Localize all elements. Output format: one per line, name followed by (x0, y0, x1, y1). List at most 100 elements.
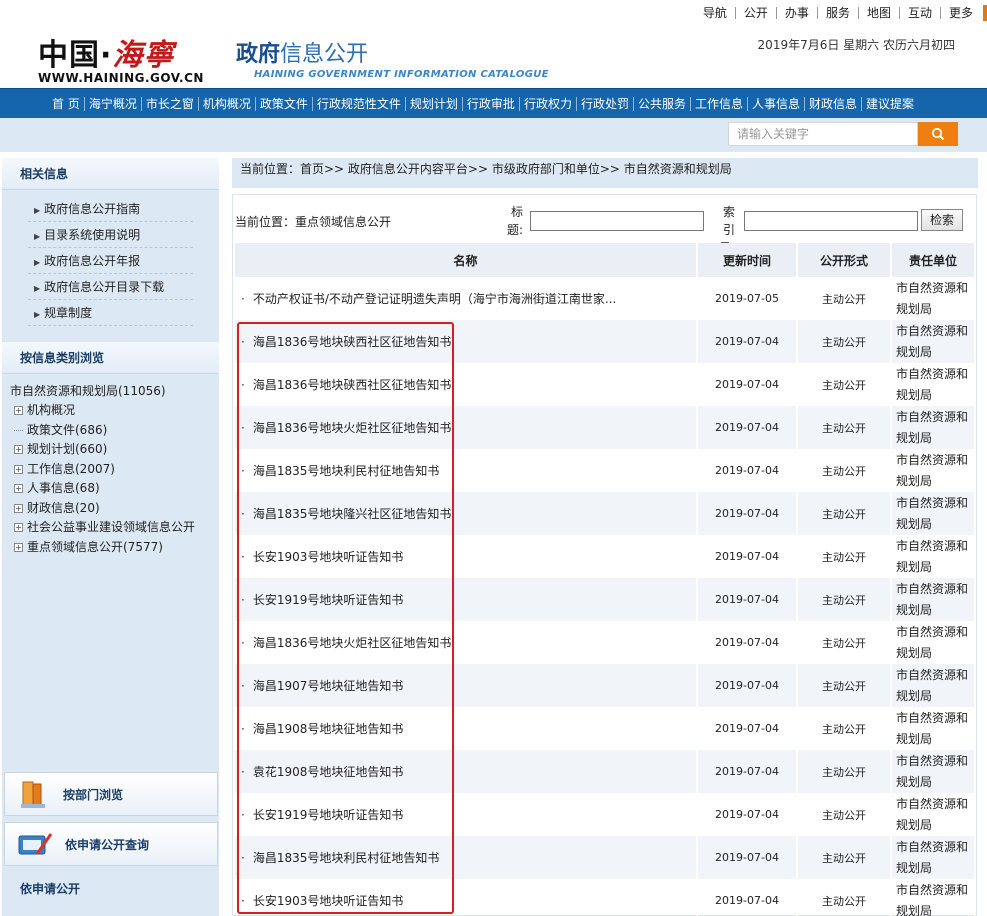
row-form: 主动公开 (797, 664, 892, 707)
row-name[interactable]: · 海昌1835号地块利民村征地告知书 (235, 449, 698, 492)
expand-icon[interactable]: + (14, 464, 23, 474)
row-name-text[interactable]: 海昌1835号地块隆兴社区征地告知书 (253, 507, 452, 521)
tree-item-label: 财政信息(20) (27, 500, 100, 515)
row-form: 主动公开 (797, 836, 892, 879)
apply-query-button[interactable]: 依申请公开查询 (4, 822, 218, 866)
row-name[interactable]: · 长安1919号地块听证告知书 (235, 578, 698, 621)
index-input[interactable] (744, 211, 918, 231)
sidebar-link[interactable]: ▶ 政府信息公开指南 (28, 196, 193, 222)
site-logo[interactable]: 中国·海寧 (38, 30, 174, 74)
row-name-text[interactable]: 海昌1836号地块硖西社区征地告知书 (253, 378, 452, 392)
row-name[interactable]: · 海昌1836号地块火炬社区征地告知书 (235, 621, 698, 664)
nav-item[interactable]: 政策文件 (256, 96, 313, 111)
table-row[interactable]: · 海昌1908号地块征地告知书 2019-07-04 主动公开 市自然资源和规划局 (235, 707, 976, 750)
table-row[interactable]: · 不动产权证书/不动产登记证明遗失声明（海宁市海洲街道江南世家... 2019-0… (235, 277, 976, 320)
expand-icon[interactable]: + (14, 503, 23, 513)
tree-item[interactable]: + 重点领域信息公开(7577) (10, 538, 219, 558)
row-unit: 市自然资源和规划局 (891, 535, 976, 578)
expand-icon[interactable]: + (14, 406, 23, 415)
nav-item[interactable]: 海宁概况 (85, 96, 142, 111)
table-row[interactable]: · 海昌1907号地块征地告知书 2019-07-04 主动公开 市自然资源和规划局 (235, 664, 976, 707)
row-name[interactable]: · 海昌1836号地块硖西社区征地告知书 (235, 363, 698, 406)
bullet-icon: · (241, 636, 245, 650)
row-name[interactable]: · 长安1919号地块听证告知书 (235, 793, 698, 836)
table-row[interactable]: · 海昌1836号地块硖西社区征地告知书 2019-07-04 主动公开 市自然资源和规… (235, 320, 976, 363)
title-input[interactable] (530, 211, 704, 231)
sidebar-link[interactable]: ▶ 规章制度 (28, 300, 193, 326)
nav-item[interactable]: 市长之窗 (142, 96, 199, 111)
header-date: 2019年7月6日 星期六 农历六月初四 (757, 38, 955, 52)
nav-item[interactable]: 行政处罚 (577, 96, 634, 111)
nav-item[interactable]: 机构概况 (199, 96, 256, 111)
row-name[interactable]: · 海昌1836号地块火炬社区征地告知书 (235, 406, 698, 449)
row-unit: 市自然资源和规划局 (891, 578, 976, 621)
tree-item[interactable]: + 财政信息(20) (10, 499, 219, 519)
row-name-text[interactable]: 长安1919号地块听证告知书 (253, 593, 404, 607)
table-row[interactable]: · 长安1919号地块听证告知书 2019-07-04 主动公开 市自然资源和规划局 (235, 793, 976, 836)
row-form: 主动公开 (797, 578, 892, 621)
nav-item[interactable]: 建议提案 (862, 97, 918, 111)
row-name-text[interactable]: 长安1903号地块听证告知书 (253, 894, 404, 908)
row-name[interactable]: · 海昌1835号地块利民村征地告知书 (235, 836, 698, 879)
row-name[interactable]: · 长安1903号地块听证告知书 (235, 879, 698, 916)
nav-item[interactable]: 行政规范性文件 (313, 96, 406, 111)
expand-icon[interactable]: + (14, 542, 23, 552)
nav-item[interactable]: 人事信息 (748, 96, 806, 111)
row-name-text[interactable]: 长安1903号地块听证告知书 (253, 550, 404, 564)
row-name[interactable]: · 海昌1908号地块征地告知书 (235, 707, 698, 750)
table-row[interactable]: · 长安1919号地块听证告知书 2019-07-04 主动公开 市自然资源和规划局 (235, 578, 976, 621)
tree-item[interactable]: + 机构概况 (10, 401, 219, 421)
row-date: 2019-07-04 (697, 836, 798, 879)
expand-icon[interactable]: + (14, 445, 23, 454)
table-row[interactable]: · 海昌1835号地块利民村征地告知书 2019-07-04 主动公开 市自然资源和规划… (235, 449, 976, 492)
tree-root[interactable]: 市自然资源和规划局(11056) (10, 382, 219, 401)
sidebar-link[interactable]: ▶ 政府信息公开目录下载 (28, 274, 193, 300)
row-name-text[interactable]: 不动产权证书/不动产登记证明遗失声明（海宁市海洲街道江南世家... (253, 292, 617, 306)
row-name[interactable]: · 长安1903号地块听证告知书 (235, 535, 698, 578)
table-row[interactable]: · 海昌1836号地块火炬社区征地告知书 2019-07-04 主动公开 市自然资源和规… (235, 406, 976, 449)
table-row[interactable]: · 长安1903号地块听证告知书 2019-07-04 主动公开 市自然资源和规划局 (235, 879, 976, 916)
nav-item[interactable]: 工作信息 (691, 96, 748, 111)
row-name-text[interactable]: 袁花1908号地块征地告知书 (253, 765, 404, 779)
row-name-text[interactable]: 海昌1835号地块利民村征地告知书 (253, 464, 440, 478)
row-name-text[interactable]: 海昌1836号地块火炬社区征地告知书 (253, 421, 452, 435)
row-name[interactable]: · 袁花1908号地块征地告知书 (235, 750, 698, 793)
table-row[interactable]: · 长安1903号地块听证告知书 2019-07-04 主动公开 市自然资源和规划局 (235, 535, 976, 578)
search-button[interactable] (918, 122, 958, 146)
tree-item[interactable]: + 社会公益事业建设领域信息公开 (10, 518, 219, 538)
table-row[interactable]: · 海昌1836号地块火炬社区征地告知书 2019-07-04 主动公开 市自然资源和规… (235, 621, 976, 664)
row-name[interactable]: · 海昌1836号地块硖西社区征地告知书 (235, 320, 698, 363)
search-submit-button[interactable]: 检索 (921, 209, 963, 231)
tree-item[interactable]: 政策文件(686) (10, 421, 219, 441)
search-input[interactable]: 请输入关键字 (728, 122, 918, 146)
row-name-text[interactable]: 海昌1907号地块征地告知书 (253, 679, 404, 693)
row-name-text[interactable]: 长安1919号地块听证告知书 (253, 808, 404, 822)
nav-item[interactable]: 行政审批 (463, 96, 520, 111)
sidebar-link[interactable]: ▶ 目录系统使用说明 (28, 222, 193, 248)
browse-by-dept-button[interactable]: 按部门浏览 (4, 772, 218, 816)
row-name-text[interactable]: 海昌1835号地块利民村征地告知书 (253, 851, 440, 865)
table-row[interactable]: · 海昌1835号地块利民村征地告知书 2019-07-04 主动公开 市自然资源和规划… (235, 836, 976, 879)
table-row[interactable]: · 海昌1836号地块硖西社区征地告知书 2019-07-04 主动公开 市自然资源和规… (235, 363, 976, 406)
row-name-text[interactable]: 海昌1908号地块征地告知书 (253, 722, 404, 736)
row-name[interactable]: · 海昌1907号地块征地告知书 (235, 664, 698, 707)
row-name[interactable]: · 海昌1835号地块隆兴社区征地告知书 (235, 492, 698, 535)
nav-item[interactable]: 财政信息 (805, 96, 863, 111)
row-name-text[interactable]: 海昌1836号地块火炬社区征地告知书 (253, 636, 452, 650)
tree-item[interactable]: + 工作信息(2007) (10, 460, 219, 480)
sidebar-link[interactable]: ▶ 政府信息公开年报 (28, 248, 193, 274)
tree-item[interactable]: + 规划计划(660) (10, 440, 219, 460)
expand-icon[interactable]: + (14, 484, 23, 493)
nav-item[interactable]: 首 页 (48, 96, 85, 111)
tree-item[interactable]: + 人事信息(68) (10, 479, 219, 499)
table-row[interactable]: · 袁花1908号地块征地告知书 2019-07-04 主动公开 市自然资源和规划局 (235, 750, 976, 793)
table-row[interactable]: · 海昌1835号地块隆兴社区征地告知书 2019-07-04 主动公开 市自然资源和规… (235, 492, 976, 535)
expand-icon[interactable]: + (14, 523, 23, 532)
row-name[interactable]: · 不动产权证书/不动产登记证明遗失声明（海宁市海洲街道江南世家... (235, 277, 698, 320)
row-name-text[interactable]: 海昌1836号地块硖西社区征地告知书 (253, 335, 452, 349)
nav-item[interactable]: 公共服务 (634, 96, 691, 111)
nav-item[interactable]: 规划计划 (406, 96, 463, 111)
nav-item[interactable]: 行政权力 (520, 96, 577, 111)
bullet-icon: · (241, 894, 245, 908)
row-form: 主动公开 (797, 406, 892, 449)
